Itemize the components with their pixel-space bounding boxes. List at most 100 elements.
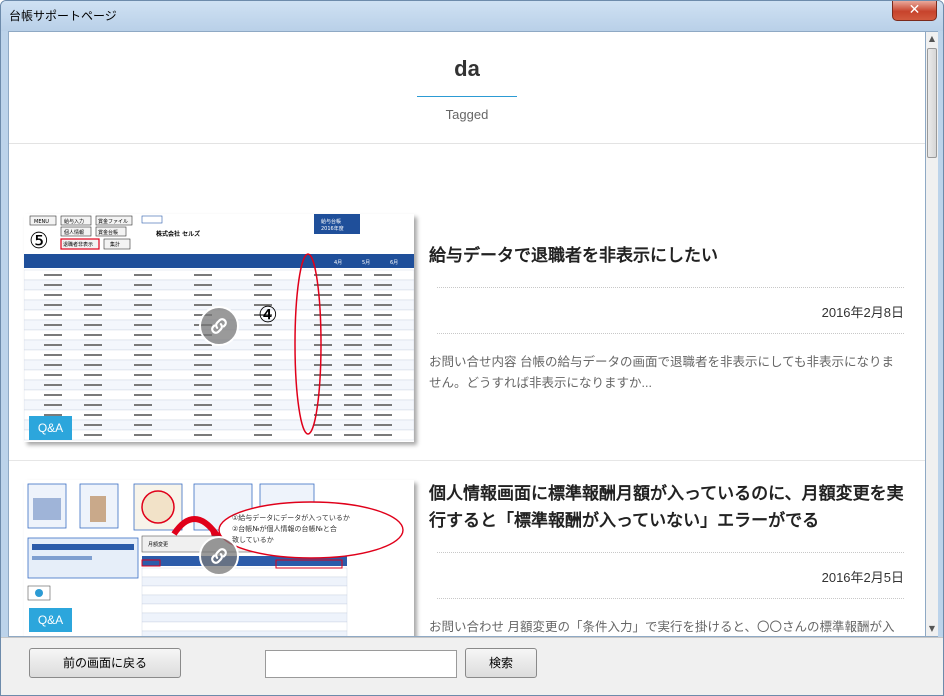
thumb-cell bbox=[344, 344, 362, 346]
thumb-btn-personal: 個人情報 bbox=[64, 229, 84, 236]
article-title[interactable]: 個人情報画面に標準報酬月額が入っているのに、月額変更を実行すると「標準報酬が入っ… bbox=[429, 480, 904, 534]
page-subtitle: Tagged bbox=[445, 107, 489, 122]
thumb-row bbox=[141, 585, 348, 596]
close-icon: ✕ bbox=[908, 2, 921, 18]
thumb-cell bbox=[134, 324, 152, 326]
thumb-cell bbox=[194, 374, 212, 376]
thumb-cell bbox=[84, 424, 102, 426]
title-underline bbox=[417, 96, 517, 97]
link-overlay[interactable] bbox=[199, 536, 239, 576]
thumb-cell bbox=[374, 284, 392, 286]
thumb-cell bbox=[344, 324, 362, 326]
thumb-cell bbox=[44, 384, 62, 386]
thumb-cell bbox=[314, 314, 332, 316]
thumb-cell bbox=[344, 404, 362, 406]
thumb-cell bbox=[194, 404, 212, 406]
thumb-cell bbox=[84, 284, 102, 286]
thumb-btn-menu: MENU bbox=[34, 219, 49, 225]
thumb-cell bbox=[84, 274, 102, 276]
thumb-cell bbox=[344, 354, 362, 356]
thumb-cell bbox=[134, 384, 152, 386]
thumb-cell bbox=[314, 434, 332, 436]
scroll-thumb[interactable] bbox=[927, 48, 937, 158]
thumb-cell bbox=[194, 294, 212, 296]
thumb-cell bbox=[44, 374, 62, 376]
thumb-row bbox=[141, 576, 348, 587]
thumb-cell bbox=[344, 414, 362, 416]
thumb-cell bbox=[374, 394, 392, 396]
thumb-cell bbox=[84, 414, 102, 416]
thumb-cell bbox=[194, 354, 212, 356]
link-icon bbox=[211, 548, 227, 564]
thumb-cell bbox=[254, 354, 272, 356]
thumb-cell bbox=[44, 394, 62, 396]
category-tag[interactable]: Q&A bbox=[29, 416, 72, 440]
thumb-cell bbox=[254, 274, 272, 276]
thumb-bubble-line2: ②台帳№が個人情報の台帳№と合 bbox=[232, 524, 337, 533]
app-window: 台帳サポートページ ✕ da Tagged MENU 給与入力 賞金ファイル 個… bbox=[0, 0, 944, 696]
thumb-btn-pay: 給与入力 bbox=[64, 218, 84, 225]
thumb-cell bbox=[44, 294, 62, 296]
thumb-btn-total: 集計 bbox=[110, 241, 120, 248]
thumb-cell bbox=[374, 424, 392, 426]
thumb-cell bbox=[194, 394, 212, 396]
page-header: da Tagged bbox=[9, 32, 925, 144]
close-button[interactable]: ✕ bbox=[892, 1, 937, 21]
article-body: 給与データで退職者を非表示にしたい 2016年2月8日 お問い合せ内容 台帳の給… bbox=[429, 214, 904, 394]
thumb-cell bbox=[374, 274, 392, 276]
thumb-cell bbox=[134, 354, 152, 356]
article-thumbnail[interactable]: 月額変更 ①給与データにデータが入っているか ②台帳№が個人情報の台帳№と合 致… bbox=[24, 480, 414, 636]
thumb-cell bbox=[254, 414, 272, 416]
thumb-company: 株式会社 セルズ bbox=[156, 230, 200, 238]
thumb-cell bbox=[374, 384, 392, 386]
thumb-cell bbox=[344, 314, 362, 316]
search-input[interactable] bbox=[265, 650, 457, 678]
thumb-row bbox=[141, 603, 348, 614]
thumb-cell bbox=[374, 364, 392, 366]
link-overlay[interactable] bbox=[199, 306, 239, 346]
thumb-cell bbox=[134, 374, 152, 376]
article-title[interactable]: 給与データで退職者を非表示にしたい bbox=[429, 214, 904, 269]
thumb-cell bbox=[84, 344, 102, 346]
thumb-cell bbox=[84, 334, 102, 336]
thumb-cell bbox=[44, 314, 62, 316]
thumb-cell bbox=[194, 414, 212, 416]
thumb-cell bbox=[314, 384, 332, 386]
category-tag[interactable]: Q&A bbox=[29, 608, 72, 632]
thumb-cell bbox=[254, 384, 272, 386]
thumb-cell bbox=[314, 284, 332, 286]
thumb-cell bbox=[134, 344, 152, 346]
divider bbox=[437, 598, 904, 599]
scroll-up-icon[interactable]: ▲ bbox=[926, 32, 938, 46]
content-viewport: da Tagged MENU 給与入力 賞金ファイル 個人情報 賞金台帳 退職者… bbox=[8, 31, 926, 637]
thumb-cell bbox=[134, 284, 152, 286]
thumb-cell bbox=[194, 364, 212, 366]
thumb-cell bbox=[344, 364, 362, 366]
article-date: 2016年2月5日 bbox=[821, 570, 904, 585]
thumb-cell bbox=[84, 434, 102, 436]
thumb-table-rows bbox=[24, 269, 414, 441]
link-icon bbox=[211, 318, 227, 334]
thumb-month-1: 4月 bbox=[334, 260, 342, 266]
thumb-cell bbox=[374, 374, 392, 376]
thumb-cell bbox=[314, 394, 332, 396]
thumb-table-rows bbox=[141, 567, 348, 636]
thumb-cell bbox=[194, 304, 212, 306]
window-title: 台帳サポートページ bbox=[9, 9, 117, 23]
thumb-cell bbox=[314, 304, 332, 306]
article-excerpt: お問い合せ内容 台帳の給与データの画面で退職者を非表示にしても非表示になりません… bbox=[429, 355, 894, 390]
search-button[interactable]: 検索 bbox=[465, 648, 537, 678]
back-button[interactable]: 前の画面に戻る bbox=[29, 648, 181, 678]
article-thumbnail[interactable]: MENU 給与入力 賞金ファイル 個人情報 賞金台帳 退職者非表示 集計 株式会… bbox=[24, 214, 414, 442]
thumb-cell bbox=[84, 394, 102, 396]
scroll-down-icon[interactable]: ▼ bbox=[926, 622, 938, 636]
vertical-scrollbar[interactable]: ▲ ▼ bbox=[926, 31, 938, 637]
article-excerpt: お問い合わせ 月額変更の「条件入力」で実行を掛けると、〇〇さんの標準報酬が入って bbox=[429, 620, 895, 634]
thumb-cell bbox=[344, 304, 362, 306]
thumb-cell bbox=[374, 414, 392, 416]
thumb-row bbox=[141, 621, 348, 632]
thumb-cell bbox=[344, 434, 362, 436]
thumb-cell bbox=[84, 324, 102, 326]
thumb-cell bbox=[134, 304, 152, 306]
thumb-cell bbox=[194, 424, 212, 426]
